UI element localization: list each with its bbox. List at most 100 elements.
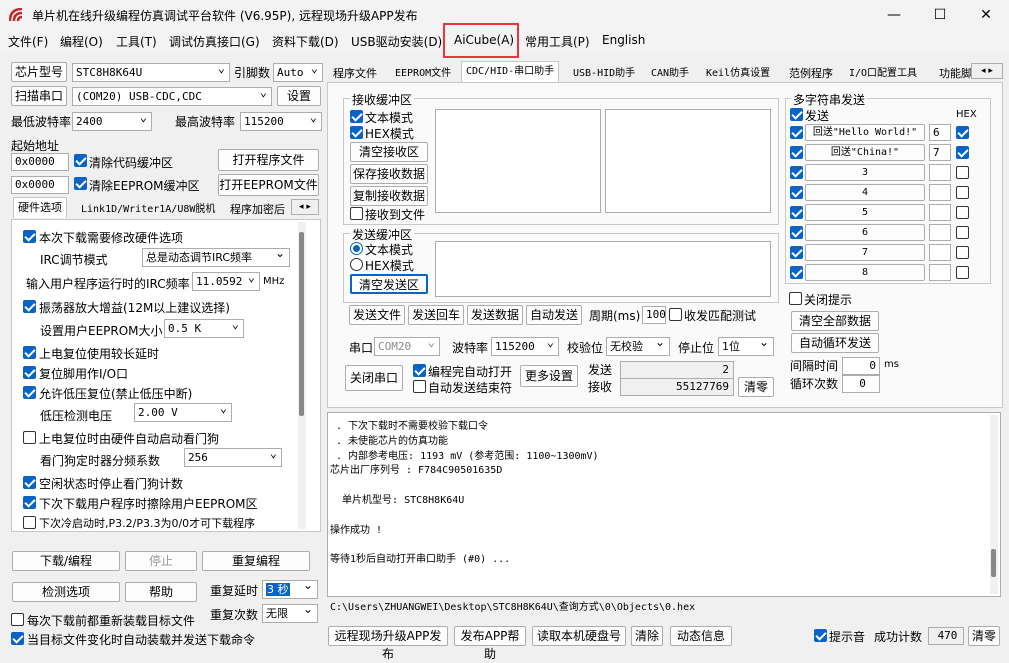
multi-send-header-checkbox[interactable] [790, 108, 803, 121]
multi-send-button[interactable]: 6 [805, 224, 925, 241]
multi-hex-checkbox[interactable] [956, 126, 969, 139]
period-input[interactable]: 100 [642, 306, 666, 324]
multi-send-button[interactable]: 回送"Hello World!" [805, 124, 925, 141]
repeat-delay-select[interactable]: 3 秒 [262, 577, 318, 599]
multi-hex-checkbox[interactable] [956, 206, 969, 219]
multi-hex-checkbox[interactable] [956, 246, 969, 259]
menu-usb-driver[interactable]: USB驱动安装(D) [351, 33, 442, 50]
dynamic-info-button[interactable]: 动态信息 [670, 626, 732, 646]
beep-checkbox[interactable] [814, 629, 827, 642]
min-baud-select[interactable]: 2400 [72, 109, 152, 131]
multi-send-checkbox[interactable] [790, 206, 803, 219]
multi-send-button[interactable]: 8 [805, 264, 925, 281]
multi-send-button[interactable]: 7 [805, 244, 925, 261]
clear-send-button[interactable]: 清空发送区 [350, 274, 428, 294]
multi-send-checkbox[interactable] [790, 166, 803, 179]
tab-scroll-arrows[interactable]: ◂ ▸ [291, 199, 319, 215]
close-button[interactable]: ✕ [963, 0, 1009, 30]
multi-hex-checkbox[interactable] [956, 166, 969, 179]
save-receive-button[interactable]: 保存接收数据 [350, 164, 428, 184]
tab-can[interactable]: CAN助手 [646, 63, 694, 83]
eeprom-size-select[interactable]: 0.5 K [164, 316, 244, 338]
close-tip-checkbox[interactable] [789, 292, 802, 305]
lvd-select[interactable]: 2.00 V [134, 400, 232, 422]
tab-examples[interactable]: 范例程序 [784, 63, 838, 83]
parity-select[interactable]: 无校验 [606, 334, 670, 356]
repeat-count-select[interactable]: 无限 [262, 601, 318, 623]
reprogram-button[interactable]: 重复编程 [202, 551, 310, 571]
multi-send-checkbox[interactable] [790, 186, 803, 199]
baud-select[interactable]: 115200 [491, 334, 559, 356]
multi-hex-checkbox[interactable] [956, 226, 969, 239]
copy-receive-button[interactable]: 复制接收数据 [350, 186, 428, 206]
help-button[interactable]: 帮助 [125, 582, 197, 602]
address-input-2[interactable]: 0x0000 [11, 176, 69, 194]
tab-hardware-options[interactable]: 硬件选项 [13, 197, 67, 218]
download-button[interactable]: 下载/编程 [12, 551, 120, 571]
max-baud-select[interactable]: 115200 [240, 109, 322, 131]
recv-hex-mode-checkbox[interactable] [350, 126, 363, 139]
tab-usb-hid[interactable]: USB-HID助手 [568, 63, 640, 83]
multi-delay-input[interactable] [929, 224, 951, 241]
hw-option-checkbox-6[interactable] [23, 431, 36, 444]
detect-options-button[interactable]: 检测选项 [12, 582, 120, 602]
clear-code-checkbox[interactable] [74, 154, 87, 167]
multi-delay-input[interactable] [929, 204, 951, 221]
interval-input[interactable]: 0 [842, 357, 880, 375]
send-data-button[interactable]: 发送数据 [467, 305, 523, 325]
close-port-button[interactable]: 关闭串口 [345, 365, 403, 391]
receive-hex-area[interactable] [605, 109, 771, 213]
multi-delay-input[interactable] [929, 184, 951, 201]
hw-option-checkbox-4[interactable] [23, 366, 36, 379]
tab-encryption[interactable]: 程序加密后 [225, 199, 290, 219]
multi-hex-checkbox[interactable] [956, 186, 969, 199]
menu-tools[interactable]: 工具(T) [116, 33, 157, 50]
wdt-select[interactable]: 256 [184, 445, 282, 467]
tab-io-config[interactable]: I/O口配置工具 [844, 63, 922, 83]
minimize-button[interactable]: — [871, 0, 917, 30]
multi-send-button[interactable]: 4 [805, 184, 925, 201]
multi-send-checkbox[interactable] [790, 246, 803, 259]
scan-port-button[interactable]: 扫描串口 [11, 86, 67, 106]
stop-button[interactable]: 停止 [125, 551, 197, 571]
send-return-button[interactable]: 发送回车 [408, 305, 464, 325]
recv-text-mode-checkbox[interactable] [350, 110, 363, 123]
scrollbar-thumb[interactable] [299, 232, 304, 416]
hw-option-checkbox-8[interactable] [23, 496, 36, 509]
log-scrollbar[interactable] [990, 415, 998, 594]
reload-each-checkbox[interactable] [11, 613, 24, 626]
multi-send-button[interactable]: 回送"China!" [805, 144, 925, 161]
address-input-1[interactable]: 0x0000 [11, 153, 69, 171]
loop-count-input[interactable]: 0 [842, 375, 880, 393]
menu-english[interactable]: English [602, 33, 645, 47]
recv-to-file-checkbox[interactable] [350, 207, 363, 220]
tab-offline[interactable]: Link1D/Writer1A/U8W脱机 [76, 199, 220, 219]
multi-send-button[interactable]: 3 [805, 164, 925, 181]
main-tab-scroll-arrows[interactable]: ◂ ▸ [971, 63, 1003, 79]
recv-match-checkbox[interactable] [669, 308, 682, 321]
irc-freq-select[interactable]: 11.0592 [192, 269, 260, 291]
send-hex-mode-radio[interactable] [350, 258, 363, 271]
output-log[interactable]: . 下次下载时不需要校验下载口令 . 未使能芯片的仿真功能 . 内部参考电压: … [327, 412, 1001, 597]
multi-send-checkbox[interactable] [790, 126, 803, 139]
open-eeprom-file-button[interactable]: 打开EEPROM文件 [218, 174, 319, 196]
tab-cdc-hid-serial[interactable]: CDC/HID-串口助手 [461, 61, 560, 82]
hw-options-scrollbar[interactable] [298, 222, 306, 529]
settings-button[interactable]: 设置 [277, 86, 321, 106]
menu-debug[interactable]: 调试仿真接口(G) [169, 33, 260, 50]
menu-common-tools[interactable]: 常用工具(P) [525, 33, 590, 50]
port-select[interactable]: (COM20) USB-CDC,CDC [72, 84, 272, 106]
hw-option-checkbox-9[interactable] [23, 516, 36, 529]
reset-success-button[interactable]: 清零 [968, 626, 1000, 646]
receive-text-area[interactable] [435, 109, 601, 213]
remote-upgrade-button[interactable]: 远程现场升级APP发布 [328, 626, 448, 661]
send-text-mode-radio[interactable] [350, 242, 363, 255]
send-text-area[interactable] [435, 241, 771, 297]
more-settings-button[interactable]: 更多设置 [520, 365, 578, 387]
clear-receive-button[interactable]: 清空接收区 [350, 142, 428, 162]
maximize-button[interactable]: ☐ [917, 0, 963, 30]
send-file-button[interactable]: 发送文件 [349, 305, 405, 325]
multi-delay-input[interactable]: 7 [929, 144, 951, 161]
multi-delay-input[interactable] [929, 244, 951, 261]
multi-send-checkbox[interactable] [790, 266, 803, 279]
